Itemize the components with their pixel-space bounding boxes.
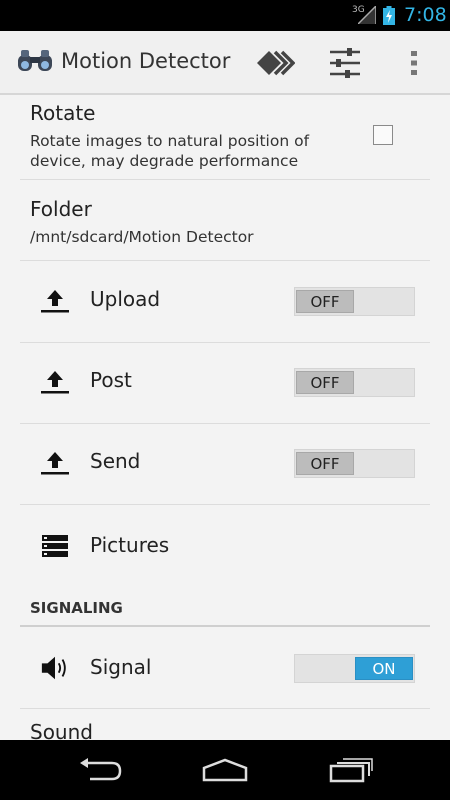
section-header-signaling: SIGNALING (20, 597, 430, 627)
pref-summary: /mnt/sdcard/Motion Detector (30, 228, 254, 246)
pref-title: Rotate (30, 101, 96, 125)
pref-rotate[interactable]: Rotate Rotate images to natural position… (20, 95, 430, 180)
recent-apps-icon (329, 758, 373, 783)
toggle-knob: OFF (296, 371, 354, 394)
back-icon (80, 758, 122, 781)
row-label: Upload (90, 287, 161, 311)
settings-action-button[interactable] (323, 43, 367, 83)
toggle-knob: OFF (296, 290, 354, 313)
signal-strength-icon (358, 6, 376, 24)
back-button[interactable] (70, 754, 130, 786)
overflow-menu-button[interactable] (392, 43, 436, 83)
preferences-list: Rotate Rotate images to natural position… (0, 95, 450, 740)
upload-icon (40, 367, 70, 397)
signal-toggle[interactable]: ON (294, 654, 415, 683)
action-bar: Motion Detector (0, 31, 450, 95)
pref-pictures[interactable]: Pictures (20, 505, 430, 587)
clock: 7:08 (404, 4, 447, 26)
home-button[interactable] (195, 754, 255, 786)
pref-summary: Rotate images to natural position of (30, 132, 310, 150)
rotate-checkbox[interactable] (373, 125, 393, 145)
pref-title: Sound (30, 720, 93, 740)
overflow-menu-icon (411, 51, 417, 75)
upload-icon (40, 286, 70, 316)
pref-summary: device, may degrade performance (30, 152, 299, 170)
list-icon (40, 531, 70, 561)
binoculars-icon[interactable] (16, 49, 54, 75)
toggle-knob: ON (355, 657, 413, 680)
recent-apps-button[interactable] (321, 754, 381, 786)
row-label: Signal (90, 655, 152, 679)
row-label: Pictures (90, 533, 170, 557)
toggle-knob: OFF (296, 452, 354, 475)
section-title: SIGNALING (30, 599, 123, 617)
row-label: Post (90, 368, 132, 392)
post-toggle[interactable]: OFF (294, 368, 415, 397)
upload-icon (40, 448, 70, 478)
status-bar: 3G 7:08 (0, 0, 450, 31)
speaker-icon (40, 653, 70, 683)
pref-sound[interactable]: Sound (20, 710, 430, 740)
forward-chevrons-icon (257, 50, 295, 76)
pref-signal[interactable]: Signal ON (20, 629, 430, 709)
row-label: Send (90, 449, 141, 473)
battery-charging-icon (383, 6, 395, 25)
settings-sliders-icon (330, 48, 360, 78)
upload-toggle[interactable]: OFF (294, 287, 415, 316)
pref-folder[interactable]: Folder /mnt/sdcard/Motion Detector (20, 181, 430, 261)
home-icon (202, 758, 248, 782)
pref-title: Folder (30, 197, 92, 221)
pref-upload[interactable]: Upload OFF (20, 262, 430, 343)
app-title: Motion Detector (61, 49, 231, 73)
forward-action-button[interactable] (253, 43, 297, 83)
send-toggle[interactable]: OFF (294, 449, 415, 478)
pref-send[interactable]: Send OFF (20, 424, 430, 505)
pref-post[interactable]: Post OFF (20, 343, 430, 424)
navigation-bar (0, 740, 450, 800)
